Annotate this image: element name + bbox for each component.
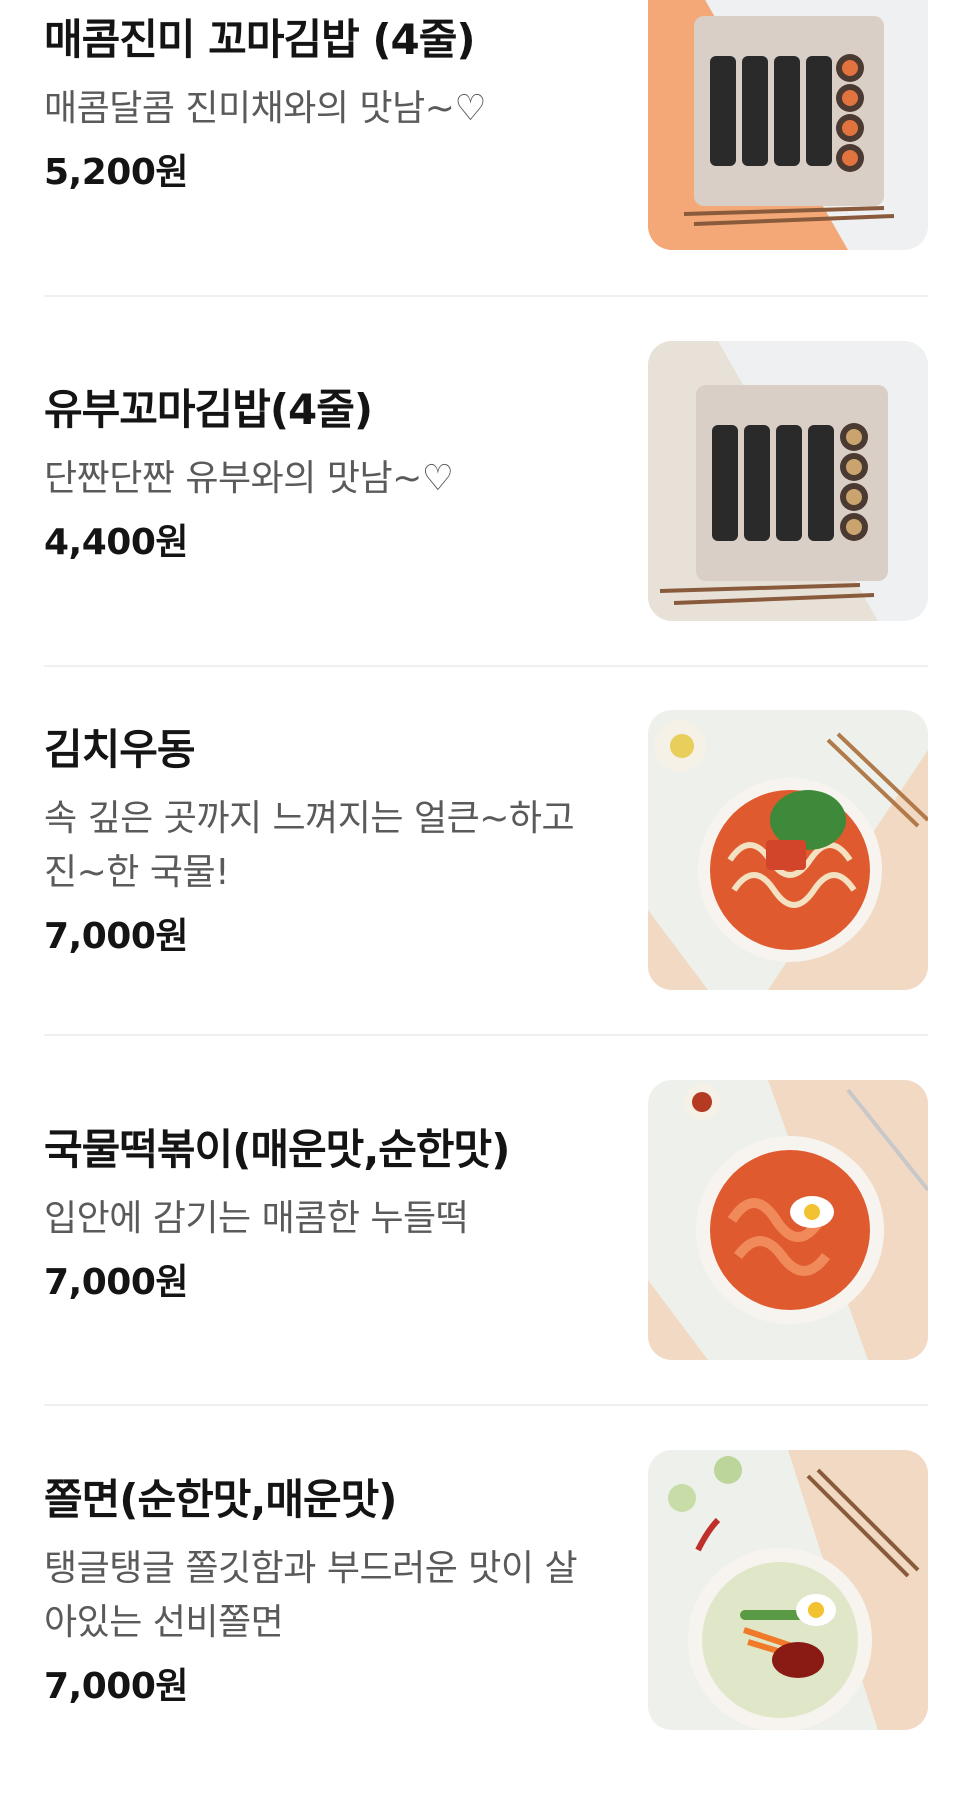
divider <box>44 665 928 667</box>
yubu-mini-kimbap-photo <box>648 341 928 621</box>
divider <box>44 1404 928 1406</box>
soup-tteokbokki-photo <box>648 1080 928 1360</box>
menu-item-yubu-mini-kimbap[interactable]: 유부꼬마김밥(4줄) 단짠단짠 유부와의 맛남~♡ 4,400원 <box>0 340 966 710</box>
menu-item-price: 5,200원 <box>44 152 189 193</box>
menu-item-price: 7,000원 <box>44 1666 189 1707</box>
divider <box>44 295 928 297</box>
menu-item-name: 김치우동 <box>44 725 196 774</box>
menu-item-name: 쫄면(순한맛,매운맛) <box>44 1475 397 1524</box>
menu-item-soup-tteokbokki[interactable]: 국물떡볶이(매운맛,순한맛) 입안에 감기는 매콤한 누들떡 7,000원 <box>0 1080 966 1450</box>
jjolmyeon-photo <box>648 1450 928 1730</box>
menu-item-name: 국물떡볶이(매운맛,순한맛) <box>44 1125 510 1174</box>
divider <box>44 1034 928 1036</box>
menu-item-description: 속 깊은 곳까지 느껴지는 얼큰~하고 진~한 국물! <box>44 798 575 893</box>
menu-item-description: 단짠단짠 유부와의 맛남~♡ <box>44 458 454 499</box>
menu-item-jjolmyeon[interactable]: 쫄면(순한맛,매운맛) 탱글탱글 쫄깃함과 부드러운 맛이 살아있는 선비쫄면 … <box>0 1450 966 1820</box>
menu-item-price: 4,400원 <box>44 522 189 563</box>
menu-item-name: 유부꼬마김밥(4줄) <box>44 385 373 434</box>
menu-item-price: 7,000원 <box>44 916 189 957</box>
menu-item-description: 매콤달콤 진미채와의 맛남~♡ <box>44 88 487 129</box>
menu-item-price: 7,000원 <box>44 1262 189 1303</box>
menu-item-description: 입안에 감기는 매콤한 누들떡 <box>44 1198 469 1239</box>
menu-item-name: 매콤진미 꼬마김밥 (4줄) <box>44 15 476 64</box>
kimchi-udon-photo <box>648 710 928 990</box>
menu-item-description: 탱글탱글 쫄깃함과 부드러운 맛이 살아있는 선비쫄면 <box>44 1548 578 1643</box>
menu-item-kimchi-udon[interactable]: 김치우동 속 깊은 곳까지 느껴지는 얼큰~하고 진~한 국물! 7,000원 <box>0 710 966 1080</box>
menu-item-spicy-mini-kimbap[interactable]: 매콤진미 꼬마김밥 (4줄) 매콤달콤 진미채와의 맛남~♡ 5,200원 <box>0 0 966 370</box>
spicy-mini-kimbap-photo <box>648 0 928 250</box>
